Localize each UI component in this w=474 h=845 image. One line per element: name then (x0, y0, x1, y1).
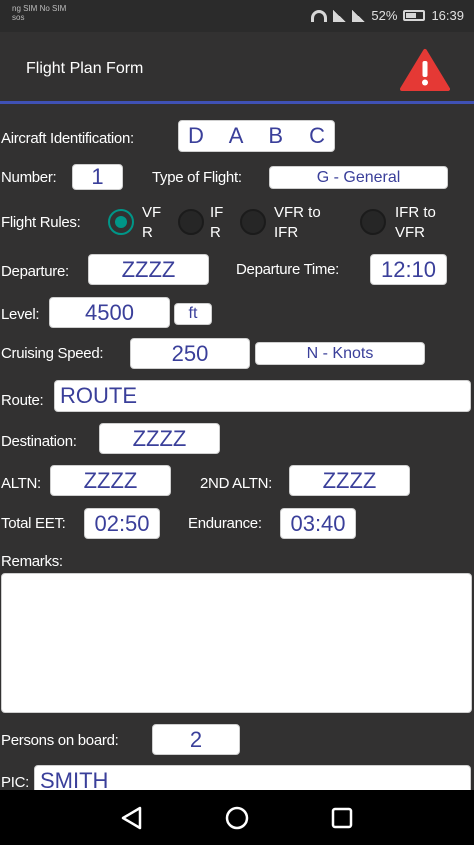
destination-label: Destination: (1, 433, 77, 450)
aircraft-id-input[interactable]: D A B C (178, 120, 335, 152)
level-unit[interactable]: ft (174, 303, 212, 325)
radio-ifr-label: IF R (210, 204, 224, 241)
battery-percent: 52% (371, 8, 398, 23)
route-label: Route: (1, 392, 44, 409)
remarks-label: Remarks: (1, 553, 63, 570)
endurance-label: Endurance: (188, 515, 262, 532)
departure-time-label: Departure Time: (236, 261, 340, 278)
persons-label: Persons on board: (1, 732, 119, 749)
status-icons: 52% 16:39 (311, 8, 464, 23)
type-of-flight-select[interactable]: G - General (269, 166, 448, 189)
endurance-input[interactable]: 03:40 (280, 508, 356, 539)
level-input[interactable]: 4500 (49, 297, 170, 328)
recents-icon[interactable] (328, 804, 356, 832)
altn2-label: 2ND ALTN: (200, 475, 273, 492)
flight-plan-form: Aircraft Identification: D A B C Number:… (0, 107, 474, 790)
radio-ifr[interactable] (178, 209, 204, 235)
status-bar: ng SIM No SIM sos 52% 16:39 (0, 0, 474, 32)
app-bar: Flight Plan Form (0, 32, 474, 104)
cruising-speed-input[interactable]: 250 (130, 338, 250, 369)
cruising-speed-label: Cruising Speed: (1, 345, 104, 362)
clock: 16:39 (431, 8, 464, 23)
pic-input[interactable]: SMITH (34, 765, 471, 790)
radio-vfr-to-ifr[interactable] (240, 209, 266, 235)
signal-icon-2 (352, 9, 366, 22)
battery-icon (403, 10, 426, 21)
pic-label: PIC: (1, 774, 29, 790)
altn-input[interactable]: ZZZZ (50, 465, 171, 496)
wifi-icon (311, 9, 328, 22)
destination-input[interactable]: ZZZZ (99, 423, 220, 454)
number-label: Number: (1, 169, 57, 186)
carrier-text: ng SIM No SIM sos (12, 4, 67, 22)
home-icon[interactable] (223, 804, 251, 832)
page-title: Flight Plan Form (26, 60, 144, 77)
total-eet-input[interactable]: 02:50 (84, 508, 160, 539)
type-of-flight-label: Type of Flight: (152, 169, 242, 186)
flight-rules-label: Flight Rules: (1, 214, 81, 231)
speed-unit-select[interactable]: N - Knots (255, 342, 425, 365)
number-input[interactable]: 1 (72, 164, 123, 190)
persons-input[interactable]: 2 (152, 724, 240, 755)
departure-label: Departure: (1, 263, 69, 280)
radio-vfr[interactable] (108, 209, 134, 235)
departure-input[interactable]: ZZZZ (88, 254, 209, 285)
level-label: Level: (1, 306, 40, 323)
radio-ifr-to-vfr-label: IFR to VFR (395, 204, 436, 241)
signal-icon (333, 9, 347, 22)
remarks-textarea[interactable] (1, 573, 472, 713)
aircraft-id-label: Aircraft Identification: (1, 130, 134, 147)
radio-vfr-to-ifr-label: VFR to IFR (274, 204, 321, 241)
back-icon[interactable] (118, 804, 146, 832)
radio-vfr-label: VF R (142, 204, 162, 241)
altn2-input[interactable]: ZZZZ (289, 465, 410, 496)
total-eet-label: Total EET: (1, 515, 66, 532)
departure-time-input[interactable]: 12:10 (370, 254, 447, 285)
navigation-bar (0, 790, 474, 845)
altn-label: ALTN: (1, 475, 41, 492)
route-input[interactable]: ROUTE (54, 380, 471, 412)
warning-triangle-icon[interactable] (400, 48, 450, 92)
radio-ifr-to-vfr[interactable] (360, 209, 386, 235)
